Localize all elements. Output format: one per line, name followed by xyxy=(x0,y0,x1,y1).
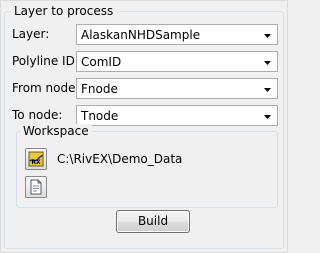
workspace-group xyxy=(16,131,278,208)
to-node-combo-value: Tnode xyxy=(81,109,119,123)
build-button[interactable]: Build xyxy=(116,210,190,233)
from-node-label: From node: xyxy=(12,81,80,95)
to-node-label: To node: xyxy=(12,108,63,122)
layer-combo[interactable]: AlaskanNHDSample xyxy=(76,24,278,45)
polyline-id-label: Polyline ID: xyxy=(12,54,79,68)
chevron-down-icon xyxy=(264,88,271,92)
svg-text:RX: RX xyxy=(31,159,41,166)
workspace-path: C:\RivEX\Demo_Data xyxy=(57,152,183,166)
polyline-id-combo-value: ComID xyxy=(81,55,122,69)
group-title: Layer to process xyxy=(11,4,117,18)
to-node-combo[interactable]: Tnode xyxy=(76,105,278,126)
workspace-title: Workspace xyxy=(20,124,92,138)
layer-label: Layer: xyxy=(12,27,50,41)
from-node-combo[interactable]: Fnode xyxy=(76,78,278,99)
layer-combo-value: AlaskanNHDSample xyxy=(81,28,201,42)
open-workspace-button[interactable] xyxy=(25,176,47,198)
set-workspace-button[interactable]: RX xyxy=(25,148,47,170)
polyline-id-combo[interactable]: ComID xyxy=(76,51,278,72)
rivex-workspace-icon: RX xyxy=(28,151,44,167)
document-icon xyxy=(30,179,42,195)
chevron-down-icon xyxy=(264,61,271,65)
from-node-combo-value: Fnode xyxy=(81,82,118,96)
chevron-down-icon xyxy=(264,115,271,119)
rivex-panel: Layer to process Layer: AlaskanNHDSample… xyxy=(0,0,288,253)
chevron-down-icon xyxy=(264,34,271,38)
